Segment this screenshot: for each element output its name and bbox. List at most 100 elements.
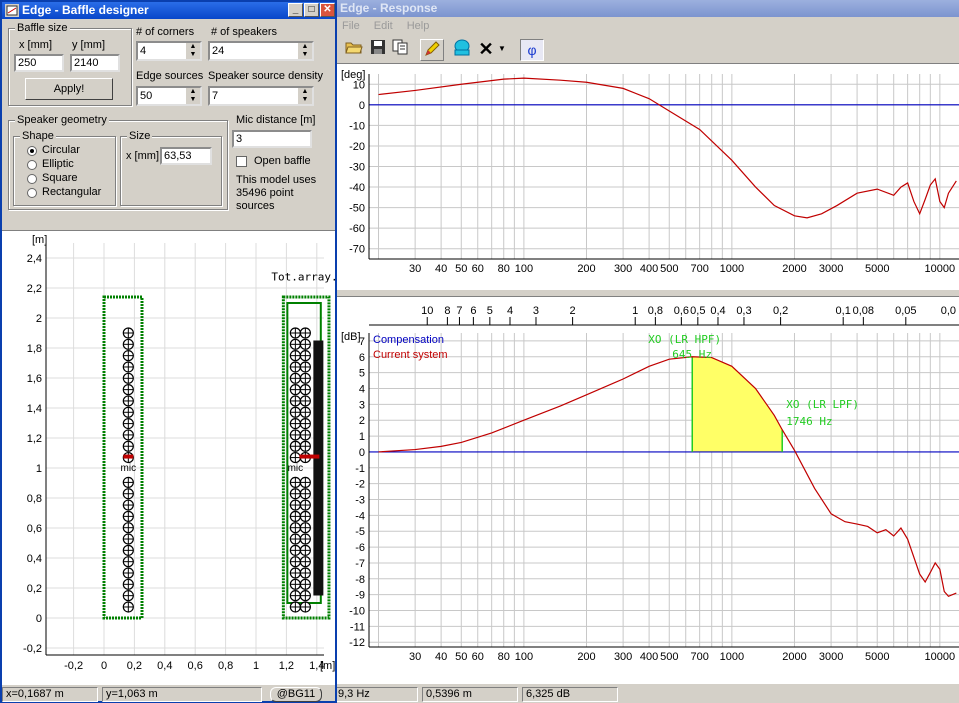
- shape-rectangular-label: Rectangular: [42, 186, 102, 198]
- wavelength-tick-label: 5: [487, 305, 493, 317]
- y-tick-label: -4: [355, 510, 365, 522]
- wavelength-tick-label: 0,1: [836, 305, 851, 317]
- x-tick-label: 400: [640, 651, 658, 663]
- minimize-button[interactable]: _: [288, 3, 303, 17]
- baffle-size-legend: Baffle size: [15, 22, 70, 34]
- magnitude-plot[interactable]: 10 8 7 6 5 4 3 2 1 0,8 0,6 0,5 0,4 0,3 0,2 0,1 0,08 0,05 0…: [336, 296, 959, 684]
- radio-elliptic[interactable]: [27, 160, 37, 170]
- y-tick-label: 0,4: [27, 553, 42, 565]
- spinner-arrows-icon[interactable]: ▲ ▼: [186, 88, 200, 104]
- menu-edit[interactable]: Edit: [374, 20, 393, 32]
- x-tick-label: 100: [515, 263, 533, 275]
- spinner-arrows-icon[interactable]: ▲ ▼: [186, 43, 200, 59]
- y-tick-label: 2: [36, 313, 42, 325]
- x-tick-label: 0,6: [188, 660, 203, 672]
- array-mic-label: mic: [288, 463, 304, 474]
- open-baffle-checkbox[interactable]: [236, 156, 247, 167]
- y-tick-label: 0,8: [27, 493, 42, 505]
- baffle-designer-window: Edge - Baffle designer _ □ ✕ Baffle size…: [0, 0, 338, 703]
- x-tick-label: 1: [253, 660, 259, 672]
- status-x: x=0,1687 m: [2, 687, 98, 702]
- y-tick-label: -20: [349, 141, 365, 153]
- baffle-layout-plot[interactable]: 2,4 2,2 2 1,8 1,6 1,4 1,2 1 0,8 0,6 0,4 0,2 0 -0,2 -0,…: [2, 230, 338, 685]
- copy-icon[interactable]: [390, 39, 410, 59]
- wavelength-tick-label: 8: [444, 305, 450, 317]
- spinner-arrows-icon[interactable]: ▲ ▼: [298, 88, 312, 104]
- y-tick-label: 1: [36, 463, 42, 475]
- wavelength-tick-label: 0,3: [736, 305, 751, 317]
- x-tick-label: 50: [455, 651, 467, 663]
- baffle-y-label: y [mm]: [72, 39, 105, 51]
- radio-square[interactable]: [27, 174, 37, 184]
- x-tick-label: 2000: [782, 263, 806, 275]
- x-tick-label: 200: [577, 263, 595, 275]
- edge-sources-spinner[interactable]: 50 ▲ ▼: [136, 86, 202, 106]
- x-tick-label: 30: [409, 263, 421, 275]
- x-tick-label: 30: [409, 651, 421, 663]
- baffle-x-input[interactable]: 250: [14, 54, 64, 72]
- x-tick-label: 5000: [865, 651, 889, 663]
- x-tick-label: 0,4: [157, 660, 172, 672]
- menu-help[interactable]: Help: [407, 20, 430, 32]
- x-tick-label: 10000: [925, 651, 956, 663]
- status-frequency: 9,3 Hz: [334, 687, 418, 702]
- x-tick-label: 400: [640, 263, 658, 275]
- y-tick-label: 1: [359, 431, 365, 443]
- x-tick-label: 700: [690, 263, 708, 275]
- response-titlebar[interactable]: Edge - Response: [334, 0, 959, 17]
- array-mic-marker: [299, 454, 320, 459]
- y-tick-label: 1,2: [27, 433, 42, 445]
- wavelength-tick-label: 0,6: [674, 305, 689, 317]
- y-tick-label: 0,2: [27, 583, 42, 595]
- xo-lpf-freq: 1746 Hz: [786, 415, 832, 428]
- size-x-label: x [mm]: [126, 150, 159, 162]
- y-tick-label: -70: [349, 244, 365, 256]
- wavelength-tick-label: 0,05: [895, 305, 916, 317]
- pencil-icon[interactable]: [420, 39, 444, 61]
- apply-button[interactable]: Apply!: [25, 78, 113, 100]
- xo-lpf-label: XO (LR LPF): [786, 398, 859, 411]
- speakers-label: # of speakers: [211, 26, 278, 38]
- x-tick-label: 1,2: [279, 660, 294, 672]
- y-tick-label: 5: [359, 368, 365, 380]
- mic-label: mic: [121, 463, 137, 474]
- speaker-icon[interactable]: [450, 39, 474, 59]
- y-tick-label: -8: [355, 574, 365, 586]
- x-tick-label: 3000: [819, 651, 843, 663]
- speaker-geometry-legend: Speaker geometry: [15, 114, 109, 126]
- mic-distance-input[interactable]: 3: [232, 130, 312, 148]
- x-tick-label: 300: [614, 651, 632, 663]
- radio-circular[interactable]: [27, 146, 37, 156]
- tot-array-label: Tot.array.: [271, 271, 335, 284]
- x-tick-label: 500: [660, 263, 678, 275]
- maximize-button[interactable]: □: [304, 3, 319, 17]
- open-folder-icon[interactable]: [344, 39, 364, 59]
- corners-spinner[interactable]: 4 ▲ ▼: [136, 41, 202, 61]
- baffle-y-input[interactable]: 2140: [70, 54, 120, 72]
- baffle-designer-titlebar[interactable]: Edge - Baffle designer _ □ ✕: [2, 2, 335, 19]
- model-info-text: This model uses 35496 point sources: [236, 174, 317, 212]
- menu-file[interactable]: File: [342, 20, 360, 32]
- x-tick-label: 500: [660, 651, 678, 663]
- density-spinner[interactable]: 7 ▲ ▼: [208, 86, 314, 106]
- x-tick-label: 40: [435, 263, 447, 275]
- y-tick-label: -30: [349, 162, 365, 174]
- spinner-arrows-icon[interactable]: ▲ ▼: [298, 43, 312, 59]
- close-button[interactable]: ✕: [320, 3, 335, 17]
- mic-distance-label: Mic distance [m]: [236, 114, 316, 126]
- response-window: Edge - Response File Edit Help ✕ ▼ φ 30 40 5…: [334, 0, 959, 703]
- speakers-spinner[interactable]: 24 ▲ ▼: [208, 41, 314, 61]
- dropdown-arrow-icon[interactable]: ▼: [496, 39, 508, 59]
- baffle-designer-title: Edge - Baffle designer: [22, 3, 149, 17]
- y-tick-label: -2: [355, 479, 365, 491]
- delete-x-icon[interactable]: ✕: [476, 39, 496, 59]
- wavelength-tick-label: 3: [533, 305, 539, 317]
- app-icon: [5, 4, 19, 17]
- phase-plot[interactable]: 30 40 50 60 80 100 200 300 400 500 700 1000 2000 3000…: [336, 63, 959, 290]
- radio-rectangular[interactable]: [27, 188, 37, 198]
- save-icon[interactable]: [368, 39, 388, 59]
- size-x-input[interactable]: 63,53: [160, 147, 212, 165]
- magnitude-unit-label: [dB]: [341, 331, 361, 343]
- wavelength-tick-label: 10: [421, 305, 433, 317]
- phi-icon[interactable]: φ: [520, 39, 544, 61]
